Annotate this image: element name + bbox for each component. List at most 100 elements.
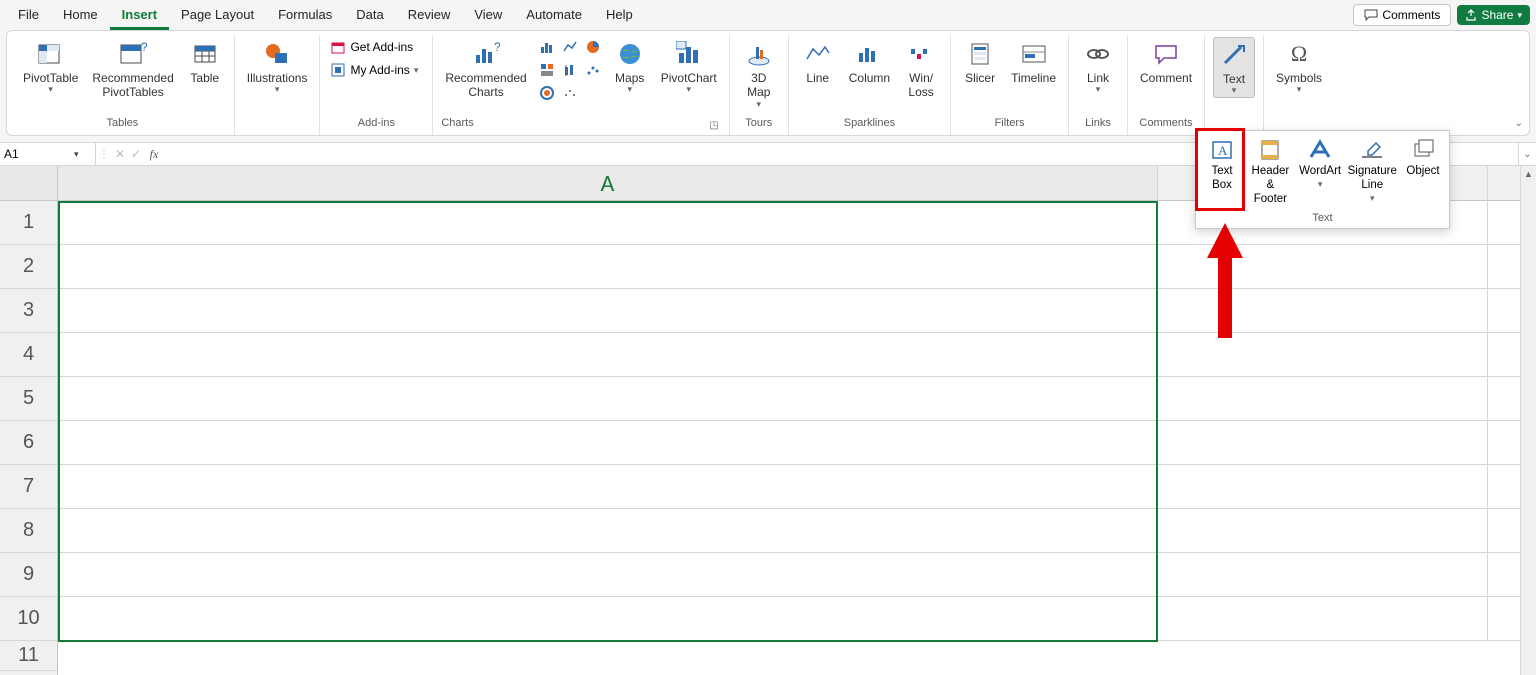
text-dropdown-panel: A Text Box Header & Footer WordArt ▾ Sig… <box>1195 130 1450 229</box>
chevron-down-icon[interactable]: ▾ <box>74 149 79 160</box>
new-comment-button[interactable]: Comment <box>1136 37 1196 87</box>
comments-button[interactable]: Comments <box>1353 4 1451 26</box>
scatter-chart-button[interactable] <box>583 60 603 80</box>
tab-home[interactable]: Home <box>51 1 110 30</box>
recommended-charts-icon: ? <box>472 39 500 69</box>
addins-icon <box>330 62 346 78</box>
header-footer-button[interactable]: Header & Footer <box>1246 135 1295 208</box>
combo-chart-button[interactable] <box>537 83 557 103</box>
group-symbols: Ω Symbols ▾ <box>1264 35 1334 135</box>
my-addins-button[interactable]: My Add-ins ▾ <box>328 60 424 80</box>
column-header-a[interactable]: A <box>58 166 1158 200</box>
timeline-button[interactable]: Timeline <box>1007 37 1060 87</box>
select-all-corner[interactable] <box>0 166 57 201</box>
label: PivotTable <box>23 71 78 85</box>
recommended-pivottables-button[interactable]: ? Recommended PivotTables <box>88 37 177 102</box>
slicer-button[interactable]: Slicer <box>959 37 1001 87</box>
tab-page-layout[interactable]: Page Layout <box>169 1 266 30</box>
row-header-1[interactable]: 1 <box>0 201 57 245</box>
pivotchart-icon <box>676 39 702 69</box>
row-header-5[interactable]: 5 <box>0 377 57 421</box>
cancel-formula-button[interactable]: ✕ <box>112 147 128 161</box>
label: Object <box>1406 165 1439 179</box>
tab-data[interactable]: Data <box>344 1 395 30</box>
maps-button[interactable]: Maps ▾ <box>609 37 651 96</box>
group-label: Text <box>1200 208 1445 226</box>
link-button[interactable]: Link ▾ <box>1077 37 1119 96</box>
ribbon-tabs: File Home Insert Page Layout Formulas Da… <box>6 1 645 30</box>
shapes-icon <box>263 39 291 69</box>
omega-icon: Ω <box>1291 39 1307 69</box>
group-charts: ? Recommended Charts <box>433 35 729 135</box>
label: WordArt <box>1299 165 1341 179</box>
store-icon <box>330 39 346 55</box>
chevron-down-icon: ▾ <box>1370 193 1375 204</box>
hierarchy-chart-button[interactable] <box>537 60 557 80</box>
group-label <box>276 115 279 133</box>
text-dropdown-button[interactable]: Text ▾ <box>1213 37 1255 98</box>
table-button[interactable]: Table <box>184 37 226 87</box>
row-header-10[interactable]: 10 <box>0 597 57 641</box>
line-chart-button[interactable] <box>560 37 580 57</box>
textbox-icon: A <box>1211 137 1233 163</box>
pie-chart-button[interactable] <box>583 37 603 57</box>
column-chart-button[interactable] <box>537 37 557 57</box>
row-header-7[interactable]: 7 <box>0 465 57 509</box>
table-icon <box>193 39 217 69</box>
object-button[interactable]: Object <box>1401 135 1445 208</box>
chevron-down-icon: ▾ <box>48 85 53 94</box>
insert-function-button[interactable]: fx <box>144 147 164 162</box>
tab-help[interactable]: Help <box>594 1 645 30</box>
text-box-button[interactable]: A Text Box <box>1200 135 1244 208</box>
pivottable-button[interactable]: PivotTable ▾ <box>19 37 82 96</box>
more-charts-button[interactable] <box>560 83 580 103</box>
sparkline-winloss-button[interactable]: Win/ Loss <box>900 37 942 102</box>
signature-line-button[interactable]: Signature Line ▾ <box>1346 135 1399 208</box>
tab-review[interactable]: Review <box>396 1 463 30</box>
share-button[interactable]: Share ▾ <box>1457 5 1530 25</box>
formula-bar-expand[interactable]: ⌄ <box>1518 143 1536 165</box>
share-icon <box>1465 9 1477 21</box>
tab-automate[interactable]: Automate <box>514 1 594 30</box>
label: Header & Footer <box>1250 165 1291 206</box>
row-header-9[interactable]: 9 <box>0 553 57 597</box>
slicer-icon <box>969 39 991 69</box>
label: Symbols <box>1276 71 1322 85</box>
row-header-8[interactable]: 8 <box>0 509 57 553</box>
symbols-button[interactable]: Ω Symbols ▾ <box>1272 37 1326 96</box>
scroll-up-icon[interactable]: ▲ <box>1524 166 1533 182</box>
row-header-2[interactable]: 2 <box>0 245 57 289</box>
label: Comment <box>1140 71 1192 85</box>
statistic-chart-button[interactable] <box>560 60 580 80</box>
cells-area[interactable] <box>58 201 1520 641</box>
pivottable-icon <box>37 39 65 69</box>
label: Column <box>849 71 890 85</box>
accept-formula-button[interactable]: ✓ <box>128 147 144 161</box>
tab-view[interactable]: View <box>462 1 514 30</box>
sparkline-column-button[interactable]: Column <box>845 37 894 87</box>
label: Text Box <box>1211 165 1232 193</box>
row-header-4[interactable]: 4 <box>0 333 57 377</box>
name-box[interactable]: ▾ <box>0 143 96 165</box>
tab-insert[interactable]: Insert <box>110 1 169 30</box>
pivotchart-button[interactable]: PivotChart ▾ <box>657 37 721 96</box>
label: Line <box>806 71 829 85</box>
tab-formulas[interactable]: Formulas <box>266 1 344 30</box>
illustrations-button[interactable]: Illustrations ▾ <box>243 37 312 96</box>
ribbon-collapse-button[interactable]: ⌄ <box>1515 118 1523 129</box>
name-box-input[interactable] <box>4 147 74 161</box>
label: Recommended PivotTables <box>92 71 173 100</box>
label: Timeline <box>1011 71 1056 85</box>
vertical-scrollbar[interactable]: ▲ <box>1520 166 1536 675</box>
tab-file[interactable]: File <box>6 1 51 30</box>
row-header-3[interactable]: 3 <box>0 289 57 333</box>
recommended-charts-button[interactable]: ? Recommended Charts <box>441 37 530 102</box>
3d-map-button[interactable]: 3D Map ▾ <box>738 37 780 111</box>
wordart-button[interactable]: WordArt ▾ <box>1297 135 1344 208</box>
get-addins-button[interactable]: Get Add-ins <box>328 37 424 57</box>
sparkline-line-button[interactable]: Line <box>797 37 839 87</box>
row-header-6[interactable]: 6 <box>0 421 57 465</box>
row-header-11[interactable]: 11 <box>0 641 57 671</box>
charts-dialog-launcher[interactable]: ◳ <box>709 120 720 133</box>
sparkline-line-icon <box>805 39 831 69</box>
